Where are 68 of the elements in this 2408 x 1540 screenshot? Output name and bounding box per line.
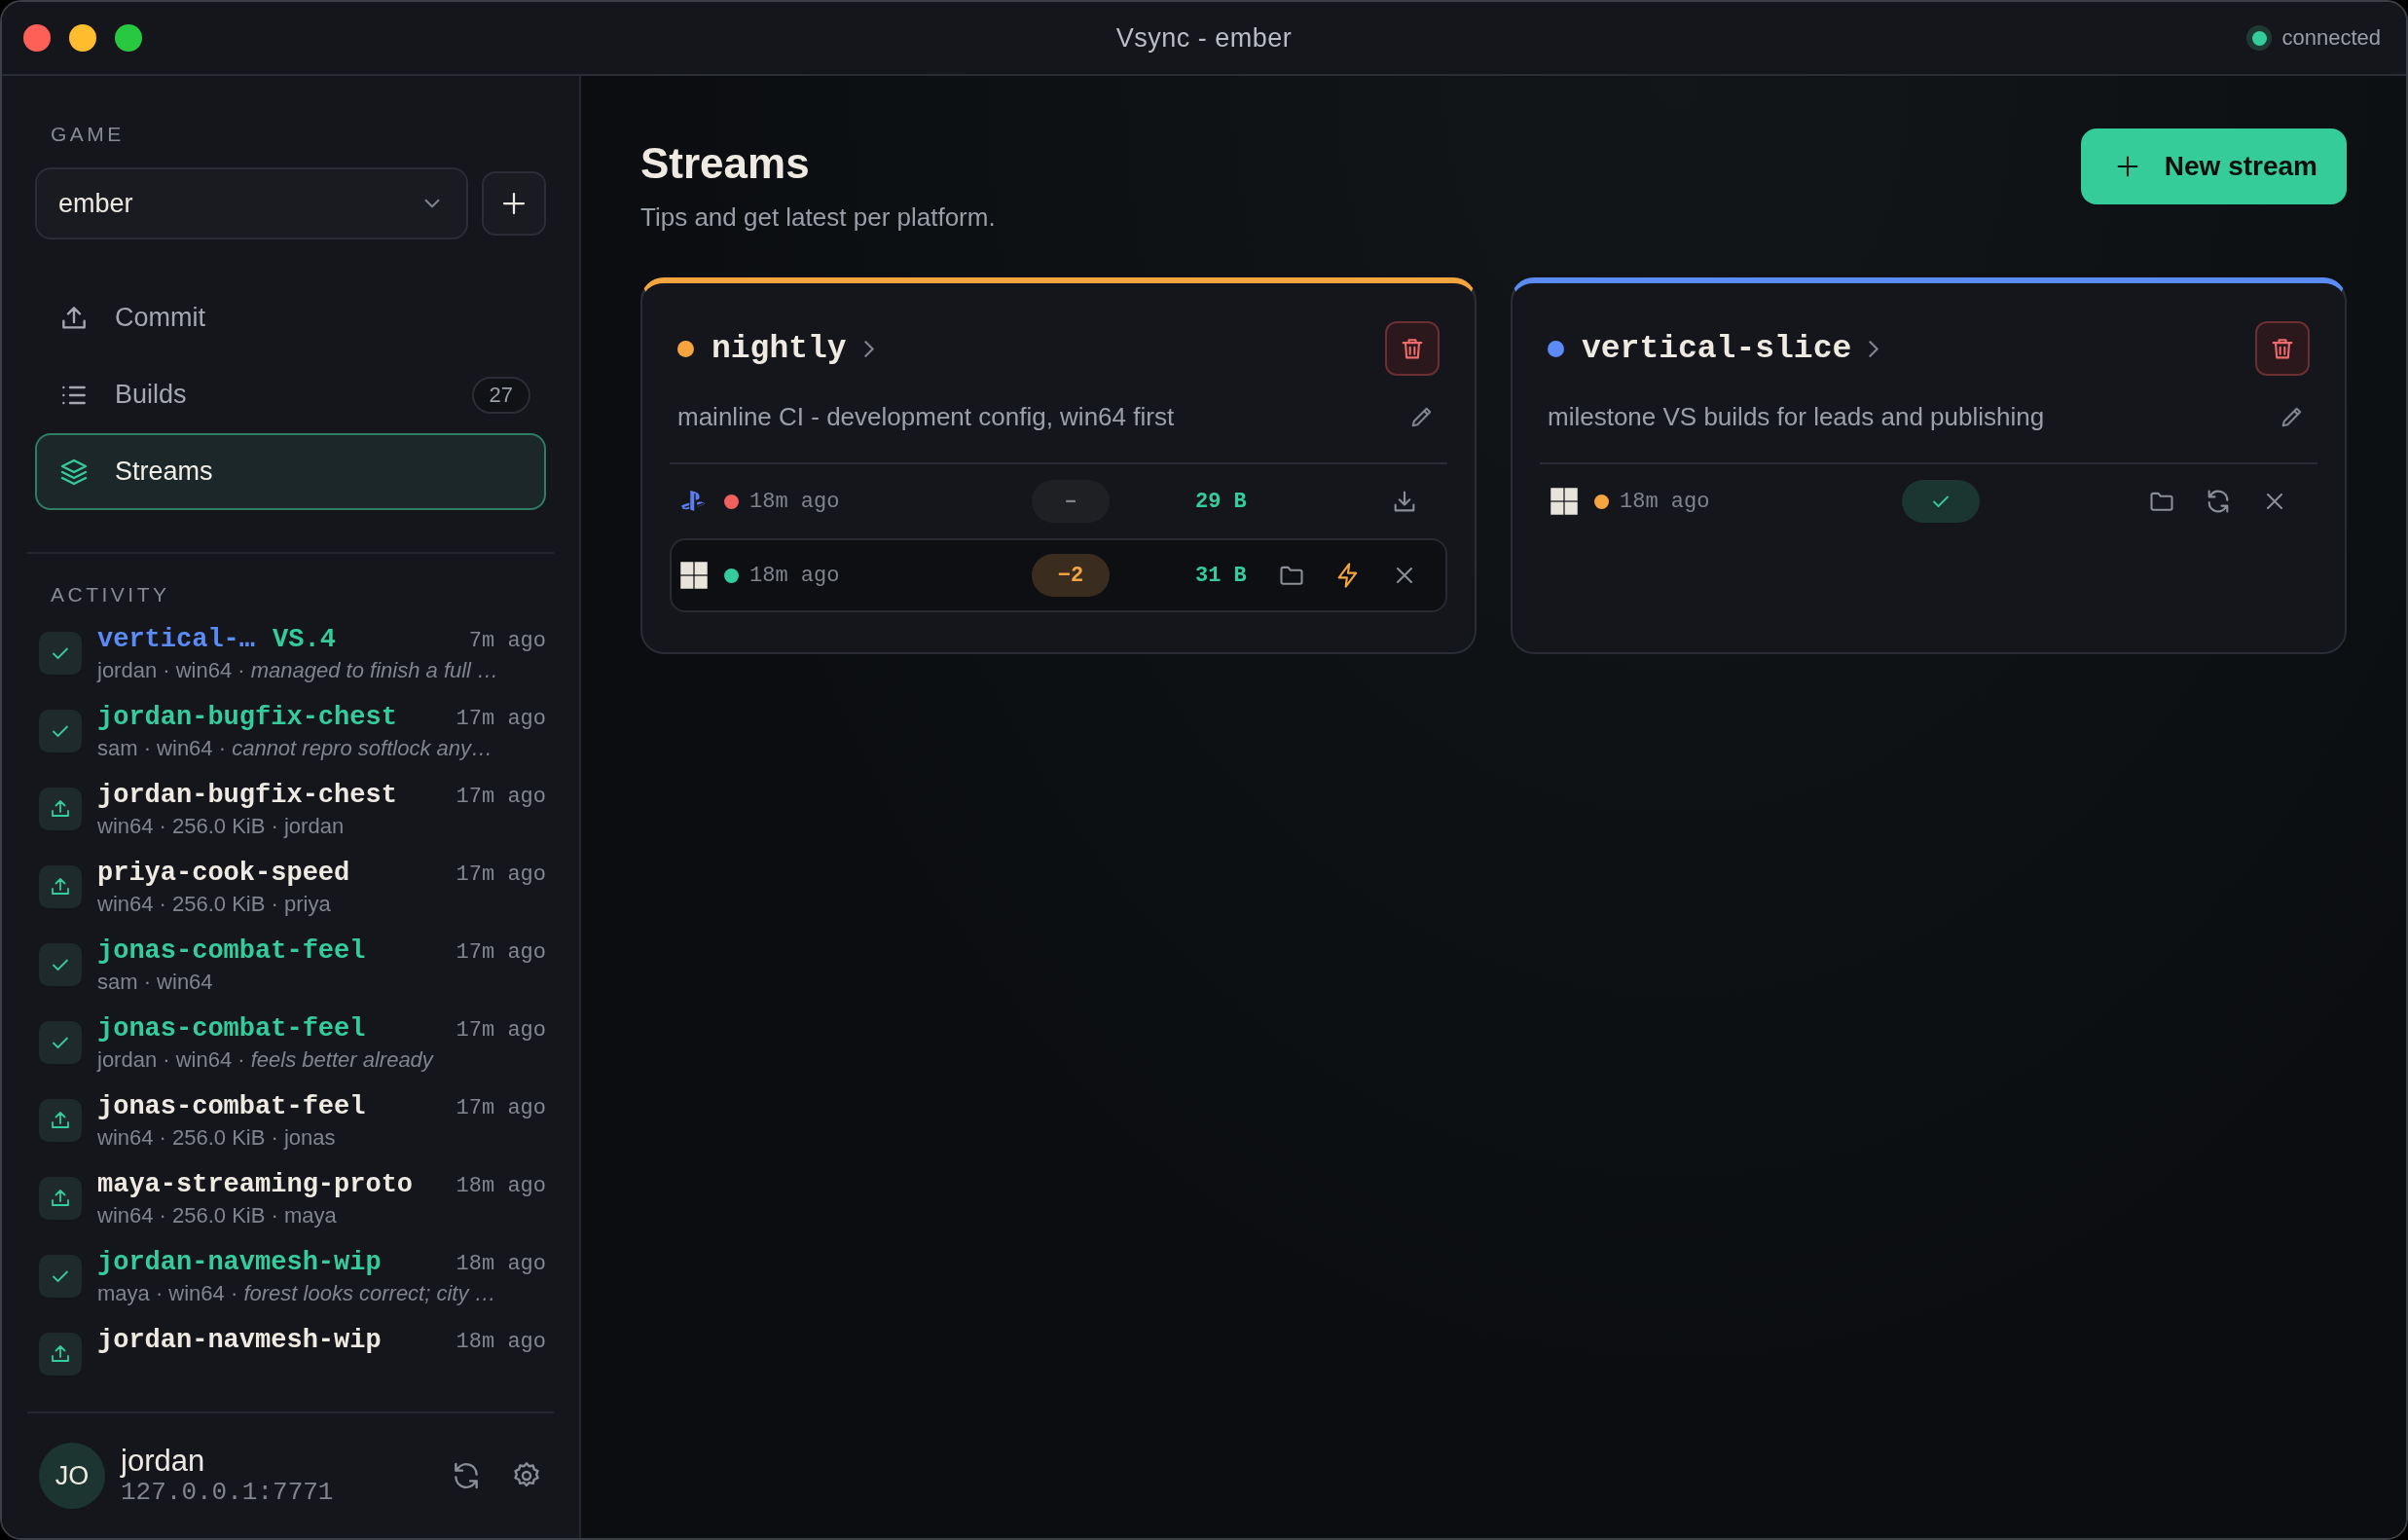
build-row[interactable]: 18m ago	[1540, 464, 2317, 538]
delete-button[interactable]	[2255, 321, 2310, 376]
activity-time: 17m ago	[456, 785, 546, 809]
activity-title[interactable]: jordan-bugfix-chest	[97, 700, 397, 735]
grid-icon	[1550, 487, 1579, 516]
activity-details: win64 · 256.0 KiB · priya	[97, 891, 332, 918]
nav-item[interactable]: Commit	[35, 279, 546, 356]
activity-time: 17m ago	[456, 707, 546, 731]
minimize-window-button[interactable]	[69, 24, 96, 52]
build-size: 31 B	[1195, 563, 1247, 588]
user-name: jordan	[121, 1445, 206, 1478]
activity-details: maya · win64 · forest looks correct; city …	[97, 1280, 497, 1307]
activity-title[interactable]: priya-cook-speed	[97, 856, 350, 891]
activity-title[interactable]: jordan-bugfix-chest	[97, 778, 397, 813]
page-title: Streams	[640, 138, 811, 189]
activity-details: sam · win64	[97, 969, 214, 996]
activity-time: 18m ago	[456, 1252, 546, 1276]
build-time: 18m ago	[749, 489, 841, 514]
count-badge: 27	[471, 376, 530, 414]
activity-time: 18m ago	[456, 1174, 546, 1198]
user-avatar: JO	[39, 1443, 105, 1509]
connection-status: connected	[2281, 25, 2381, 51]
activity-title[interactable]: jonas-combat-feel	[97, 1011, 366, 1046]
delete-button[interactable]	[1385, 321, 1440, 376]
activity-details: win64 · 256.0 KiB · jonas	[97, 1124, 337, 1152]
section-label: GAME	[51, 122, 126, 147]
activity-details: jordan · win64 · managed to finish a full …	[97, 657, 500, 684]
delta-pill: –	[1032, 480, 1110, 523]
game-select[interactable]: ember	[35, 167, 468, 239]
activity-title[interactable]: jordan-navmesh-wip	[97, 1323, 382, 1358]
stream-name[interactable]: nightly	[711, 330, 847, 367]
activity-time: 17m ago	[456, 862, 546, 887]
activity-time: 17m ago	[456, 940, 546, 965]
build-time: 18m ago	[749, 563, 841, 588]
activity-time: 7m ago	[468, 629, 546, 653]
activity-title[interactable]: jordan-navmesh-wip	[97, 1245, 382, 1280]
stream-description: mainline CI - development config, win64 first	[677, 401, 1176, 432]
zoom-window-button[interactable]	[115, 24, 142, 52]
grid-icon	[679, 561, 709, 590]
delta-pill: −2	[1032, 554, 1110, 597]
activity-title[interactable]: jonas-combat-feel	[97, 1089, 366, 1124]
build-time: 18m ago	[1620, 489, 1711, 514]
nav-item[interactable]: Streams	[35, 433, 546, 510]
activity-title[interactable]: maya-streaming-proto	[97, 1167, 414, 1202]
window-title: Vsync - ember	[1115, 22, 1293, 53]
stream-name[interactable]: vertical-…	[97, 622, 256, 657]
chevron-right-icon	[1869, 340, 1879, 357]
close-window-button[interactable]	[23, 24, 51, 52]
stream-name[interactable]: vertical-slice	[1582, 330, 1852, 367]
section-label: ACTIVITY	[51, 582, 171, 607]
chevron-right-icon	[863, 340, 874, 357]
stream-description: milestone VS builds for leads and publishing	[1548, 401, 2046, 432]
activity-details: win64 · 256.0 KiB · maya	[97, 1202, 338, 1229]
activity-time: 17m ago	[456, 1096, 546, 1120]
activity-details: win64 · 256.0 KiB · jordan	[97, 813, 346, 840]
new-stream-button[interactable]: New stream	[2080, 128, 2347, 204]
activity-title[interactable]: VS.4	[273, 622, 336, 657]
activity-title[interactable]: jonas-combat-feel	[97, 934, 366, 969]
activity-details: sam · win64 · cannot repro softlock any…	[97, 735, 493, 762]
build-size: 29 B	[1195, 489, 1247, 514]
build-row[interactable]: 18m ago – 29 B	[670, 464, 1447, 538]
activity-time: 17m ago	[456, 1018, 546, 1043]
build-row[interactable]: 18m ago −2 31 B	[670, 538, 1447, 612]
activity-details: jordan · win64 · feels better already	[97, 1046, 435, 1074]
activity-time: 18m ago	[456, 1330, 546, 1354]
server-address: 127.0.0.1:7771	[121, 1478, 335, 1507]
page-subtitle: Tips and get latest per platform.	[640, 202, 996, 233]
nav-item[interactable]: Builds 27	[35, 356, 546, 433]
